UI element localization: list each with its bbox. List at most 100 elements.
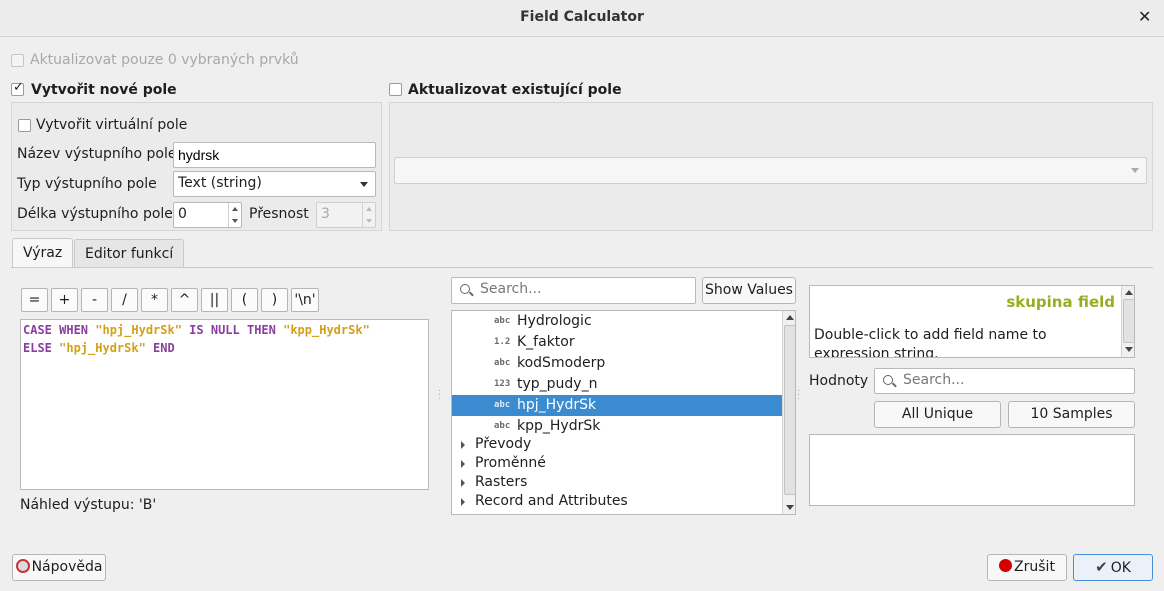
update-selected-only-label: Aktualizovat pouze 0 vybraných prvků bbox=[30, 52, 299, 68]
scroll-down-icon[interactable] bbox=[786, 505, 794, 510]
field-type-icon: abc bbox=[494, 421, 511, 431]
field-name: kodSmoderp bbox=[517, 355, 606, 371]
expression-keyword: IS NULL THEN bbox=[181, 323, 284, 337]
field-name: typ_pudy_n bbox=[517, 376, 598, 392]
values-list[interactable] bbox=[809, 434, 1135, 506]
expression-keyword: END bbox=[145, 341, 175, 355]
scroll-thumb[interactable] bbox=[784, 325, 795, 495]
expand-arrow-icon[interactable] bbox=[461, 441, 465, 449]
expression-string: "kpp_HydrSk" bbox=[283, 323, 370, 337]
existing-field-select[interactable] bbox=[394, 157, 1147, 184]
field-type-icon: abc bbox=[494, 316, 511, 326]
all-unique-button[interactable]: All Unique bbox=[874, 401, 1001, 428]
output-type-select[interactable]: Text (string) bbox=[173, 171, 376, 197]
function-group-name: Převody bbox=[475, 436, 532, 452]
operator-button-newline[interactable]: '\n' bbox=[291, 288, 319, 312]
ok-button-label: OK bbox=[1110, 560, 1131, 576]
search-icon bbox=[460, 284, 470, 294]
operator-button-concat[interactable]: || bbox=[201, 288, 228, 312]
tab-divider bbox=[11, 267, 1153, 268]
ok-button[interactable]: ✔ OK bbox=[1073, 554, 1153, 581]
field-list-item[interactable]: abc kpp_HydrSk bbox=[452, 416, 782, 437]
expand-arrow-icon[interactable] bbox=[461, 498, 465, 506]
function-group-item[interactable]: Record and Attributes bbox=[452, 492, 782, 511]
create-new-field-checkbox[interactable]: ✓ bbox=[11, 80, 24, 96]
expression-keyword: CASE WHEN bbox=[23, 323, 96, 337]
ten-samples-button[interactable]: 10 Samples bbox=[1008, 401, 1135, 428]
output-name-input[interactable] bbox=[173, 142, 376, 168]
cancel-icon bbox=[999, 559, 1013, 572]
spin-up-icon bbox=[366, 207, 372, 211]
update-selected-only-checkbox[interactable] bbox=[11, 54, 24, 67]
output-name-label: Název výstupního pole bbox=[17, 146, 177, 162]
function-group-item[interactable]: Převody bbox=[452, 435, 782, 454]
close-icon[interactable]: ✕ bbox=[1138, 7, 1151, 26]
spin-up-icon bbox=[232, 207, 238, 211]
help-button-label: Nápověda bbox=[31, 559, 103, 575]
scroll-down-icon[interactable] bbox=[1125, 347, 1133, 352]
search-icon bbox=[883, 375, 893, 385]
field-name: hpj_HydrSk bbox=[517, 397, 597, 413]
spin-buttons[interactable] bbox=[362, 203, 375, 227]
function-group-name: Proměnné bbox=[475, 455, 546, 471]
splitter-handle[interactable]: · · · bbox=[797, 387, 800, 405]
field-name: K_faktor bbox=[517, 334, 575, 350]
update-existing-field-label: Aktualizovat existující pole bbox=[408, 82, 622, 98]
field-list-item[interactable]: abc hpj_HydrSk bbox=[452, 395, 782, 416]
operator-button-equals[interactable]: = bbox=[21, 288, 48, 312]
tree-scrollbar[interactable] bbox=[782, 311, 795, 514]
field-list-item[interactable]: 123 typ_pudy_n bbox=[452, 374, 782, 395]
update-existing-field-checkbox[interactable] bbox=[389, 83, 402, 96]
scroll-up-icon[interactable] bbox=[1125, 290, 1133, 295]
cancel-button[interactable]: Zrušit bbox=[987, 554, 1067, 581]
tab-expression[interactable]: Výraz bbox=[12, 238, 74, 268]
cancel-button-label: Zrušit bbox=[1014, 559, 1055, 575]
field-list-item[interactable]: abc kodSmoderp bbox=[452, 353, 782, 374]
chevron-down-icon bbox=[360, 182, 368, 187]
field-list-item[interactable]: abc Hydrologic bbox=[452, 311, 782, 332]
operator-button-minus[interactable]: - bbox=[81, 288, 108, 312]
output-length-value: 0 bbox=[178, 206, 187, 222]
check-icon: ✓ bbox=[13, 80, 24, 95]
operator-button-divide[interactable]: / bbox=[111, 288, 138, 312]
function-group-item[interactable]: Proměnné bbox=[452, 454, 782, 473]
function-group-item[interactable]: Rasters bbox=[452, 473, 782, 492]
expand-arrow-icon[interactable] bbox=[461, 460, 465, 468]
help-icon bbox=[15, 559, 30, 573]
help-button[interactable]: Nápověda bbox=[12, 554, 106, 581]
operator-button-close-paren[interactable]: ) bbox=[261, 288, 288, 312]
create-new-field-label: Vytvořit nové pole bbox=[31, 82, 177, 98]
expand-arrow-icon[interactable] bbox=[461, 479, 465, 487]
function-tree[interactable]: abc Hydrologic 1.2 K_faktor abc kodSmoderp 123… bbox=[451, 310, 796, 515]
spin-down-icon bbox=[232, 219, 238, 223]
operator-button-open-paren[interactable]: ( bbox=[231, 288, 258, 312]
operator-button-plus[interactable]: + bbox=[51, 288, 78, 312]
expression-editor[interactable]: CASE WHEN "hpj_HydrSk" IS NULL THEN "kpp… bbox=[20, 319, 429, 490]
tab-function-editor[interactable]: Editor funkcí bbox=[74, 239, 185, 268]
field-name: kpp_HydrSk bbox=[517, 418, 601, 434]
function-search-placeholder: Search... bbox=[480, 281, 542, 297]
field-type-icon: abc bbox=[494, 400, 511, 410]
output-length-spinbox[interactable]: 0 bbox=[173, 202, 242, 228]
operator-button-multiply[interactable]: * bbox=[141, 288, 168, 312]
function-search-input[interactable]: Search... bbox=[451, 277, 696, 304]
precision-value: 3 bbox=[321, 206, 330, 222]
help-body: Double-click to add field name to expres… bbox=[814, 327, 1047, 358]
field-list-item[interactable]: 1.2 K_faktor bbox=[452, 332, 782, 353]
operator-button-power[interactable]: ^ bbox=[171, 288, 198, 312]
scroll-up-icon[interactable] bbox=[786, 315, 794, 320]
show-values-button[interactable]: Show Values bbox=[702, 277, 796, 304]
values-label: Hodnoty bbox=[809, 373, 869, 389]
virtual-field-checkbox[interactable] bbox=[18, 119, 31, 132]
values-search-input[interactable]: Search... bbox=[874, 368, 1135, 394]
help-scrollbar[interactable] bbox=[1121, 286, 1134, 357]
scroll-thumb[interactable] bbox=[1123, 299, 1134, 343]
spin-buttons[interactable] bbox=[228, 203, 241, 227]
field-name: Hydrologic bbox=[517, 313, 592, 329]
precision-spinbox[interactable]: 3 bbox=[316, 202, 376, 228]
virtual-field-label: Vytvořit virtuální pole bbox=[36, 117, 188, 133]
help-panel: skupina field Double-click to add field … bbox=[809, 285, 1135, 358]
splitter-handle[interactable]: · · · bbox=[438, 387, 441, 405]
function-group-name: Rasters bbox=[475, 474, 528, 490]
spin-down-icon bbox=[366, 219, 372, 223]
